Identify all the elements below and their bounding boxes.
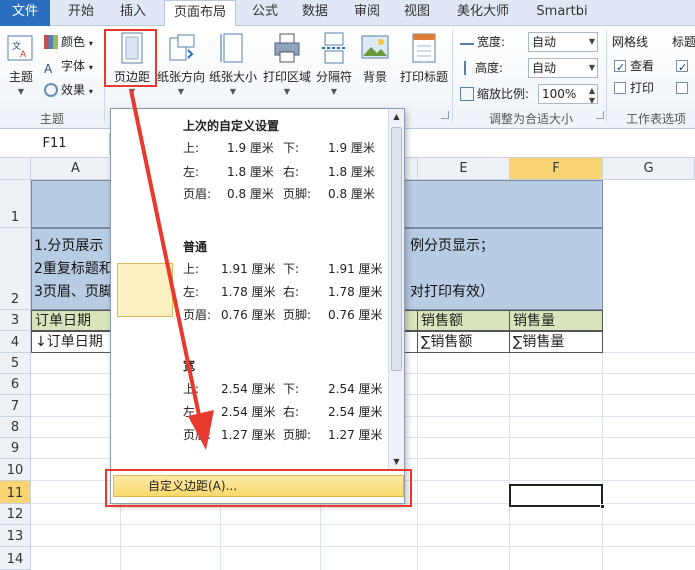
annotation-arrow-icon [129,89,214,450]
